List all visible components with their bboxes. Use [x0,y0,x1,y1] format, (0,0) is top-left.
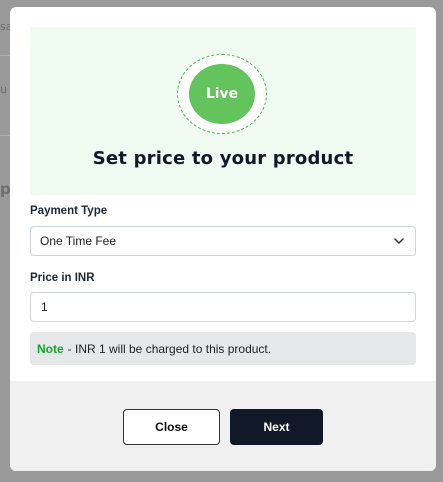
payment-type-select[interactable]: One Time Fee [30,226,416,256]
background-text-2: u [0,83,7,96]
chevron-down-icon [394,238,404,244]
close-button[interactable]: Close [123,409,220,445]
hero-banner: Live Set price to your product [30,27,416,195]
live-status-ring: Live [177,54,267,134]
note-label: Note [37,341,64,356]
price-value: 1 [41,300,48,314]
price-input[interactable]: 1 [30,292,416,322]
modal-footer: Close Next [10,381,436,471]
next-button[interactable]: Next [230,409,323,445]
live-badge: Live [189,64,255,124]
price-modal: Live Set price to your product Payment T… [10,7,436,471]
modal-title: Set price to your product [92,148,354,169]
note-box: Note - INR 1 will be charged to this pro… [30,332,416,365]
payment-type-label: Payment Type [30,205,108,217]
price-label: Price in INR [30,272,95,284]
note-text: - INR 1 will be charged to this product. [67,341,272,356]
payment-type-value: One Time Fee [40,234,117,248]
